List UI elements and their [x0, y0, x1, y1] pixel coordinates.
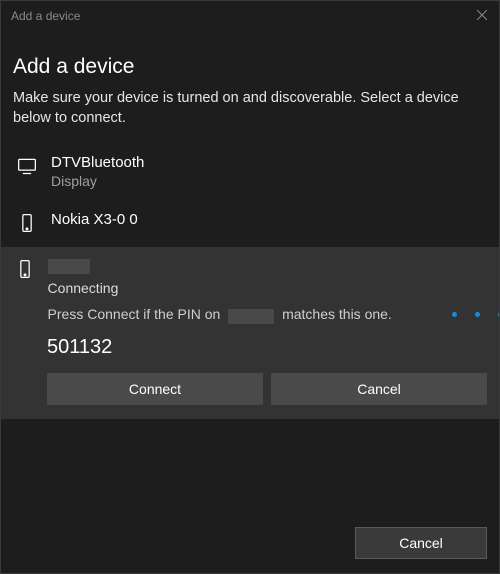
page-subtitle: Make sure your device is turned on and d… — [13, 89, 487, 128]
connect-button[interactable]: Connect — [47, 373, 263, 405]
progress-dots — [452, 312, 499, 317]
pin-code: 501132 — [47, 336, 487, 359]
instruction-prefix: Press Connect if the PIN on — [48, 306, 221, 322]
device-item-selected: Connecting Press Connect if the PIN on m… — [1, 247, 499, 419]
close-icon — [477, 9, 487, 23]
monitor-icon — [13, 156, 41, 176]
device-name-redacted — [48, 259, 90, 274]
content-area: Add a device Make sure your device is tu… — [1, 31, 499, 527]
device-status: Connecting — [48, 280, 487, 296]
device-name: DTVBluetooth — [51, 154, 144, 171]
device-name-redacted-inline — [228, 309, 274, 324]
device-subtitle: Display — [51, 173, 144, 189]
page-title: Add a device — [13, 55, 487, 79]
device-item[interactable]: DTVBluetooth Display — [13, 146, 487, 203]
device-name: Nokia X3-0 0 — [51, 211, 138, 228]
close-button[interactable] — [475, 9, 489, 23]
pin-instruction: Press Connect if the PIN on matches this… — [48, 306, 487, 322]
footer: Cancel — [1, 527, 499, 573]
instruction-suffix: matches this one. — [282, 306, 392, 322]
device-item[interactable]: Nokia X3-0 0 — [13, 203, 487, 247]
phone-icon — [13, 213, 41, 233]
cancel-button[interactable]: Cancel — [355, 527, 487, 559]
phone-icon — [13, 259, 38, 279]
titlebar: Add a device — [1, 1, 499, 31]
add-device-window: Add a device Add a device Make sure your… — [0, 0, 500, 574]
titlebar-title: Add a device — [11, 9, 80, 23]
cancel-pair-button[interactable]: Cancel — [271, 373, 487, 405]
